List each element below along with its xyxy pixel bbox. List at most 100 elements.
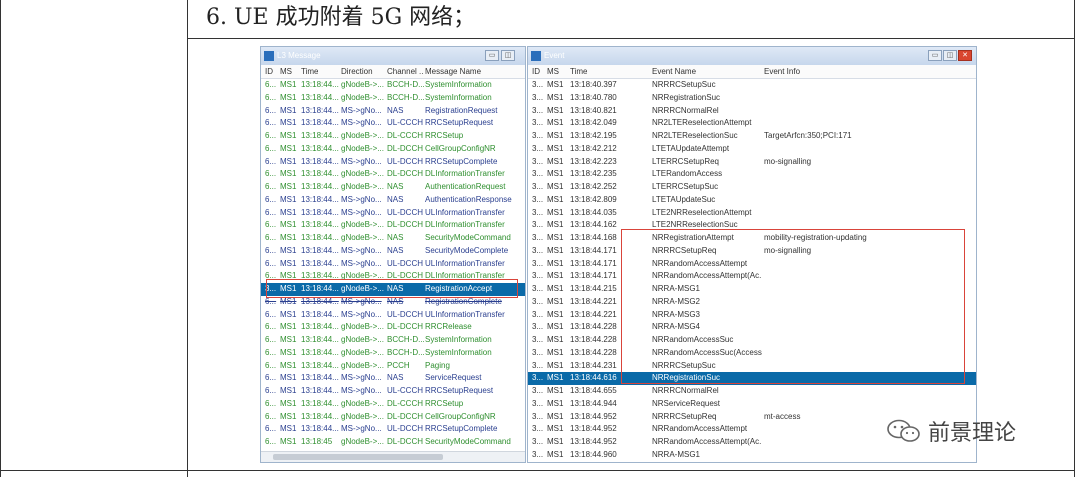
- l3-window-title: L3 Message: [277, 51, 321, 60]
- table-row[interactable]: 3... MS1 13:18:44.960 NRRA-MSG1: [528, 449, 976, 462]
- table-row[interactable]: 6... MS1 13:18:44... gNodeB->... DL-DCCH RRCR…: [261, 321, 525, 334]
- table-row[interactable]: 3... MS1 13:18:42.212 LTETAUpdateAttempt: [528, 143, 976, 156]
- table-row[interactable]: 6... MS1 13:18:44... gNodeB->... DL-DCCH DLIn…: [261, 168, 525, 181]
- table-row[interactable]: 3... MS1 13:18:42.252 LTERRCSetupSuc: [528, 181, 976, 194]
- table-row[interactable]: 3... MS1 13:18:44.655 NRRRCNormalRel: [528, 385, 976, 398]
- table-row[interactable]: 6... MS1 13:18:44... MS->gNo... UL-DCCH RRCSe…: [261, 156, 525, 169]
- col-event-info[interactable]: Event Info: [764, 65, 800, 78]
- table-row[interactable]: 3... MS1 13:18:44.944 NRServiceRequest: [528, 398, 976, 411]
- table-cell: 13:18:44...: [301, 105, 339, 115]
- table-row[interactable]: 3... MS1 13:18:40.780 NRRegistrationSuc: [528, 92, 976, 105]
- close-button[interactable]: ✕: [958, 50, 972, 61]
- event-titlebar[interactable]: Event ▭ ◫ ✕: [528, 47, 976, 65]
- table-cell: MS1: [547, 360, 564, 370]
- table-row[interactable]: 6... MS1 13:18:44... MS->gNo... UL-DCCH ULInf…: [261, 309, 525, 322]
- table-cell: 13:18:44...: [301, 143, 339, 153]
- table-row[interactable]: 6... MS1 13:18:44... MS->gNo... NAS Authentic…: [261, 194, 525, 207]
- table-row[interactable]: 6... MS1 13:18:44... gNodeB->... DL-DCCH Cell…: [261, 411, 525, 424]
- table-cell: DL-DCCH: [387, 169, 423, 179]
- table-cell: 13:18:42.049: [570, 118, 617, 128]
- table-row[interactable]: 6... MS1 13:18:45 gNodeB->... DL-DCCH Securit…: [261, 436, 525, 449]
- restore-button[interactable]: ◫: [943, 50, 957, 61]
- col-id[interactable]: ID: [532, 65, 540, 78]
- table-cell: DL-CCCH: [387, 398, 423, 408]
- table-cell: NAS: [387, 105, 404, 115]
- table-row[interactable]: 6... MS1 13:18:44... gNodeB->... BCCH-D... Sy…: [261, 334, 525, 347]
- table-row[interactable]: 6... MS1 13:18:44... MS->gNo... NAS Registrat…: [261, 105, 525, 118]
- table-cell: 6...: [265, 347, 277, 357]
- table-row[interactable]: 3... MS1 13:18:42.195 NR2LTEReselectionSuc T…: [528, 130, 976, 143]
- table-row[interactable]: 6... MS1 13:18:44... MS->gNo... UL-CCCH RRCSe…: [261, 117, 525, 130]
- table-row[interactable]: 6... MS1 13:18:44... gNodeB->... NAS Security…: [261, 232, 525, 245]
- table-cell: NAS: [387, 233, 404, 242]
- col-ms[interactable]: MS: [547, 65, 559, 78]
- minimize-button[interactable]: ▭: [485, 50, 499, 61]
- table-row[interactable]: 3... MS1 13:18:40.397 NRRRCSetupSuc: [528, 79, 976, 92]
- table-cell: MS1: [280, 386, 297, 395]
- table-cell: MS1: [547, 335, 564, 344]
- table-row[interactable]: 6... MS1 13:18:44... MS->gNo... NAS ServiceRe…: [261, 372, 525, 385]
- table-row[interactable]: 6... MS1 13:18:44... gNodeB->... DL-DCCH DLIn…: [261, 219, 525, 232]
- table-cell: NAS: [387, 194, 404, 204]
- col-ms[interactable]: MS: [280, 65, 292, 78]
- window-icon: [264, 51, 274, 61]
- table-cell: LTETAUpdateSuc: [652, 194, 716, 204]
- table-row[interactable]: 3... MS1 13:18:44.035 LTE2NRReselectionAtte…: [528, 207, 976, 220]
- table-row[interactable]: 6... MS1 13:18:44... gNodeB->... DL-CCCH RRCS…: [261, 398, 525, 411]
- table-cell: 13:18:44...: [301, 386, 339, 395]
- table-cell: 3...: [532, 258, 544, 268]
- table-cell: MS1: [280, 207, 297, 217]
- col-time[interactable]: Time: [570, 65, 587, 78]
- table-cell: MS1: [547, 118, 564, 128]
- table-cell: MS->gNo...: [341, 118, 382, 128]
- l3-titlebar[interactable]: L3 Message ▭ ◫: [261, 47, 525, 65]
- scrollbar-thumb[interactable]: [273, 454, 443, 460]
- table-border-bottom: [0, 470, 1075, 471]
- table-cell: 3...: [532, 322, 544, 332]
- table-row[interactable]: 6... MS1 13:18:44... MS->gNo... UL-CCCH RRCSe…: [261, 385, 525, 398]
- table-row[interactable]: 6... MS1 13:18:44... MS->gNo... UL-DCCH ULInf…: [261, 207, 525, 220]
- table-cell: 13:18:44...: [301, 182, 339, 191]
- table-cell: 13:18:44.035: [570, 207, 617, 217]
- table-row[interactable]: 6... MS1 13:18:44... gNodeB->... NAS Authenti…: [261, 181, 525, 194]
- table-cell: 3...: [532, 143, 544, 153]
- restore-button[interactable]: ◫: [501, 50, 515, 61]
- table-cell: 6...: [265, 118, 277, 128]
- table-cell: 13:18:44...: [301, 92, 339, 102]
- table-cell: MS1: [280, 398, 297, 408]
- table-row[interactable]: 3... MS1 13:18:42.049 NR2LTEReselectionAtte…: [528, 117, 976, 130]
- table-cell: 3...: [532, 182, 544, 191]
- col-channel[interactable]: Channel ...: [387, 65, 423, 78]
- table-row[interactable]: 6... MS1 13:18:44... gNodeB->... DL-CCCH RRCS…: [261, 130, 525, 143]
- table-row[interactable]: 3... MS1 13:18:42.235 LTERandomAccess: [528, 168, 976, 181]
- col-message-name[interactable]: Message Name: [425, 65, 481, 78]
- table-row[interactable]: 3... MS1 13:18:42.223 LTERRCSetupReq mo-sign…: [528, 156, 976, 169]
- wechat-icon: [887, 419, 920, 442]
- table-cell: 13:18:42.212: [570, 143, 617, 153]
- table-cell: 3...: [532, 309, 544, 319]
- col-id[interactable]: ID: [265, 65, 273, 78]
- table-cell: 3...: [532, 449, 544, 459]
- col-direction[interactable]: Direction: [341, 65, 373, 78]
- table-cell: 13:18:42.809: [570, 194, 617, 204]
- col-time[interactable]: Time: [301, 65, 318, 78]
- table-row[interactable]: 6... MS1 13:18:44... MS->gNo... UL-DCCH RRCSe…: [261, 423, 525, 436]
- table-cell: RRCSetupComplete: [425, 424, 498, 434]
- col-event-name[interactable]: Event Name: [652, 65, 696, 78]
- table-row[interactable]: 3... MS1 13:18:42.809 LTETAUpdateSuc: [528, 194, 976, 207]
- highlight-box-nr-attach-sequence: [621, 229, 965, 384]
- table-row[interactable]: 6... MS1 13:18:44... gNodeB->... PCCH Paging: [261, 360, 525, 373]
- table-row[interactable]: 6... MS1 13:18:44... gNodeB->... BCCH-D... Sy…: [261, 79, 525, 92]
- minimize-button[interactable]: ▭: [928, 50, 942, 61]
- horizontal-scrollbar[interactable]: [261, 451, 525, 462]
- table-row[interactable]: 6... MS1 13:18:44... gNodeB->... DL-DCCH Cell…: [261, 143, 525, 156]
- table-row[interactable]: 6... MS1 13:18:44... MS->gNo... NAS SecurityM…: [261, 245, 525, 258]
- table-cell: 6...: [265, 220, 277, 230]
- table-row[interactable]: 6... MS1 13:18:44... gNodeB->... BCCH-D... Sy…: [261, 92, 525, 105]
- table-row[interactable]: 6... MS1 13:18:44... MS->gNo... UL-DCCH ULInf…: [261, 258, 525, 271]
- table-cell: MS1: [547, 271, 564, 281]
- table-row[interactable]: 6... MS1 13:18:44... gNodeB->... BCCH-D... Sy…: [261, 347, 525, 360]
- table-cell: DL-DCCH: [387, 322, 423, 332]
- table-cell: SystemInformation: [425, 335, 492, 344]
- table-row[interactable]: 3... MS1 13:18:40.821 NRRRCNormalRel: [528, 105, 976, 118]
